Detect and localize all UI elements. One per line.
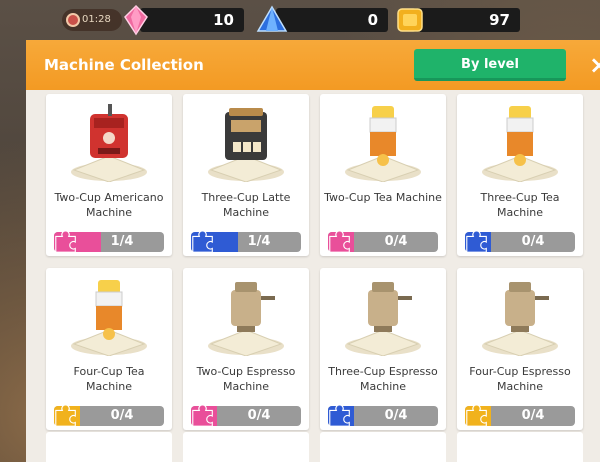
currency-bar: 01:28 10 0 97 [0,0,600,40]
machine-card[interactable]: Two-Cup Espresso Machine 0/4 [183,268,309,430]
machine-name: Three-Cup Latte Machine [201,191,291,219]
puzzle-piece-icon [55,404,76,427]
panel-header: Machine Collection By level × [26,40,600,90]
machine-name: Four-Cup Tea Machine [73,365,145,393]
machine-grid: Two-Cup Americano Machine 1/4 Three-Cup La… [26,90,600,462]
machine-card[interactable]: Four-Cup Espresso Machine 0/4 [457,268,583,430]
machine-collection-panel: Machine Collection By level × Two-Cup Am… [26,40,600,462]
crystal-count: 0 [367,11,378,29]
clock-icon [66,13,80,27]
panel-title: Machine Collection [44,56,204,74]
machine-card[interactable]: Four-Cup Tea Machine 0/4 [46,268,172,430]
machine-card[interactable]: Three-Cup Espresso Machine 0/4 [320,268,446,430]
gem-counter: 10 [140,8,244,32]
blue-crystal-icon [256,5,288,32]
collection-count: 0/4 [384,408,408,423]
puzzle-piece-icon [329,404,350,427]
collection-count: 0/4 [247,408,271,423]
machine-name: Two-Cup Espresso Machine [196,365,296,393]
machine-card[interactable]: Two-Cup Tea Machine 0/4 [320,94,446,256]
gold-count: 97 [489,11,510,29]
collection-count: 0/4 [521,234,545,249]
collection-count: 1/4 [110,234,134,249]
machine-name: Three-Cup Espresso Machine [328,365,438,393]
puzzle-piece-icon [55,230,76,253]
machine-image [345,106,421,182]
puzzle-piece-icon [329,230,350,253]
machine-card-peek [183,432,309,462]
machine-image [482,106,558,182]
machine-name: Two-Cup Americano Machine [54,191,164,219]
event-timer: 01:28 [62,9,122,31]
gem-count: 10 [213,11,234,29]
machine-card-peek [457,432,583,462]
sort-by-level-button[interactable]: By level [414,49,566,81]
machine-image [71,280,147,356]
collection-count: 1/4 [247,234,271,249]
collection-count: 0/4 [521,408,545,423]
crystal-counter: 0 [276,8,388,32]
machine-card[interactable]: Two-Cup Americano Machine 1/4 [46,94,172,256]
gold-bar-icon [397,8,423,32]
pink-gem-icon [124,4,148,36]
machine-image [208,282,284,356]
machine-image [208,108,284,182]
machine-card-peek [320,432,446,462]
puzzle-piece-icon [192,230,213,253]
collection-count: 0/4 [110,408,134,423]
puzzle-piece-icon [466,404,487,427]
machine-name: Three-Cup Tea Machine [480,191,560,219]
machine-name: Four-Cup Espresso Machine [469,365,571,393]
puzzle-piece-icon [192,404,213,427]
event-timer-text: 01:28 [82,14,111,25]
gold-counter: 97 [412,8,520,32]
machine-card[interactable]: Three-Cup Tea Machine 0/4 [457,94,583,256]
machine-image [345,282,421,356]
puzzle-piece-icon [466,230,487,253]
machine-image [71,104,147,182]
machine-name: Two-Cup Tea Machine [324,191,442,204]
machine-card[interactable]: Three-Cup Latte Machine 1/4 [183,94,309,256]
machine-card-peek [46,432,172,462]
machine-image [482,282,558,356]
close-icon[interactable]: × [589,51,600,79]
collection-count: 0/4 [384,234,408,249]
